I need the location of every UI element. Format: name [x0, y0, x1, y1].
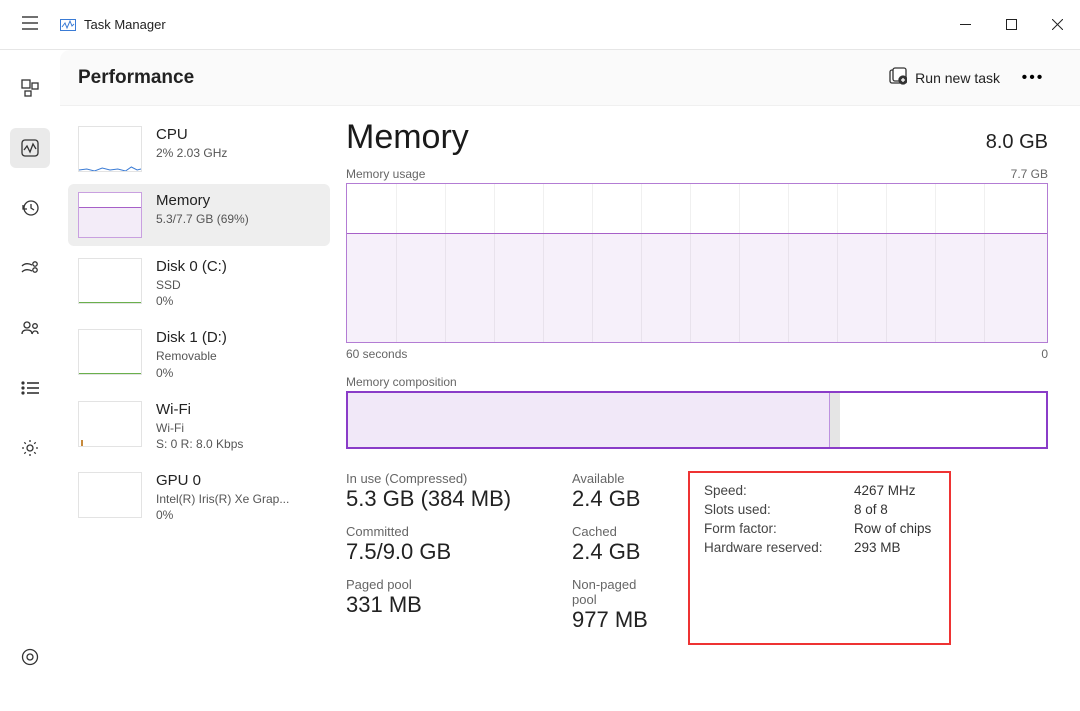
hamburger-menu-icon[interactable]: [0, 14, 60, 35]
cpu-mini-chart: [78, 126, 142, 172]
slots-value: 8 of 8: [854, 500, 931, 519]
disk1-mini-chart: [78, 329, 142, 375]
disk0-mini-chart: [78, 258, 142, 304]
sidebar-item-disk1[interactable]: Disk 1 (D:) Removable 0%: [68, 321, 330, 388]
titlebar: Task Manager: [0, 0, 1080, 50]
nav-details[interactable]: [10, 368, 50, 408]
sidebar-item-disk0[interactable]: Disk 0 (C:) SSD 0%: [68, 250, 330, 317]
minimize-button[interactable]: [942, 0, 988, 50]
committed-label: Committed: [346, 524, 546, 539]
cpu-label: CPU: [156, 126, 227, 143]
nav-settings[interactable]: [10, 637, 50, 677]
memory-composition-chart: [346, 391, 1048, 449]
disk0-sub2: 0%: [156, 293, 227, 309]
run-new-task-label: Run new task: [915, 70, 1000, 86]
speed-label: Speed:: [704, 481, 854, 500]
x-axis-right: 0: [1041, 347, 1048, 361]
run-new-task-button[interactable]: Run new task: [879, 61, 1010, 94]
memory-capacity: 8.0 GB: [986, 131, 1048, 154]
wifi-sub1: Wi-Fi: [156, 420, 243, 436]
slots-label: Slots used:: [704, 500, 854, 519]
disk0-sub1: SSD: [156, 277, 227, 293]
gpu-mini-chart: [78, 472, 142, 518]
disk1-sub2: 0%: [156, 365, 227, 381]
memory-usage-chart: [346, 183, 1048, 343]
available-value: 2.4 GB: [572, 486, 662, 512]
more-button[interactable]: •••: [1010, 58, 1056, 98]
app-icon: [60, 17, 76, 33]
committed-value: 7.5/9.0 GB: [346, 539, 546, 565]
cached-value: 2.4 GB: [572, 539, 662, 565]
performance-sidebar: CPU 2% 2.03 GHz Memory 5.3/7.7 GB (69%) …: [60, 118, 330, 711]
page-title: Performance: [78, 67, 194, 89]
sidebar-item-cpu[interactable]: CPU 2% 2.03 GHz: [68, 118, 330, 180]
reserved-value: 293 MB: [854, 538, 931, 557]
memory-heading: Memory: [346, 118, 469, 157]
nav-rail: [0, 50, 60, 711]
wifi-label: Wi-Fi: [156, 401, 243, 418]
gpu-sub1: Intel(R) Iris(R) Xe Grap...: [156, 491, 289, 507]
gpu-sub2: 0%: [156, 507, 289, 523]
x-axis-left: 60 seconds: [346, 347, 407, 361]
cpu-sub: 2% 2.03 GHz: [156, 145, 227, 161]
memory-mini-chart: [78, 192, 142, 238]
gpu-label: GPU 0: [156, 472, 289, 489]
nav-performance[interactable]: [10, 128, 50, 168]
usage-chart-label: Memory usage: [346, 167, 425, 181]
close-button[interactable]: [1034, 0, 1080, 50]
performance-main: Memory 8.0 GB Memory usage 7.7 GB 60 sec: [330, 118, 1080, 711]
cached-label: Cached: [572, 524, 662, 539]
wifi-mini-chart: [78, 401, 142, 447]
app-title: Task Manager: [84, 17, 166, 32]
maximize-button[interactable]: [988, 0, 1034, 50]
composition-label: Memory composition: [346, 375, 1048, 389]
usage-chart-max: 7.7 GB: [1011, 167, 1048, 181]
hardware-info-box: Speed:4267 MHz Slots used:8 of 8 Form fa…: [688, 471, 951, 645]
available-label: Available: [572, 471, 662, 486]
nav-services[interactable]: [10, 428, 50, 468]
paged-label: Paged pool: [346, 577, 546, 592]
sidebar-item-gpu[interactable]: GPU 0 Intel(R) Iris(R) Xe Grap... 0%: [68, 464, 330, 531]
reserved-label: Hardware reserved:: [704, 538, 854, 557]
paged-value: 331 MB: [346, 592, 546, 618]
nonpaged-label: Non-paged pool: [572, 577, 662, 607]
disk1-label: Disk 1 (D:): [156, 329, 227, 346]
form-value: Row of chips: [854, 519, 931, 538]
page-header: Performance Run new task •••: [60, 50, 1080, 106]
memory-label: Memory: [156, 192, 249, 209]
disk0-label: Disk 0 (C:): [156, 258, 227, 275]
form-label: Form factor:: [704, 519, 854, 538]
nav-app-history[interactable]: [10, 188, 50, 228]
nav-processes[interactable]: [10, 68, 50, 108]
sidebar-item-wifi[interactable]: Wi-Fi Wi-Fi S: 0 R: 8.0 Kbps: [68, 393, 330, 460]
disk1-sub1: Removable: [156, 348, 227, 364]
memory-sub: 5.3/7.7 GB (69%): [156, 211, 249, 227]
in-use-value: 5.3 GB (384 MB): [346, 486, 546, 512]
sidebar-item-memory[interactable]: Memory 5.3/7.7 GB (69%): [68, 184, 330, 246]
in-use-label: In use (Compressed): [346, 471, 546, 486]
nav-users[interactable]: [10, 308, 50, 348]
nav-startup[interactable]: [10, 248, 50, 288]
run-task-icon: [889, 67, 907, 88]
wifi-sub2: S: 0 R: 8.0 Kbps: [156, 436, 243, 452]
nonpaged-value: 977 MB: [572, 607, 662, 633]
speed-value: 4267 MHz: [854, 481, 931, 500]
